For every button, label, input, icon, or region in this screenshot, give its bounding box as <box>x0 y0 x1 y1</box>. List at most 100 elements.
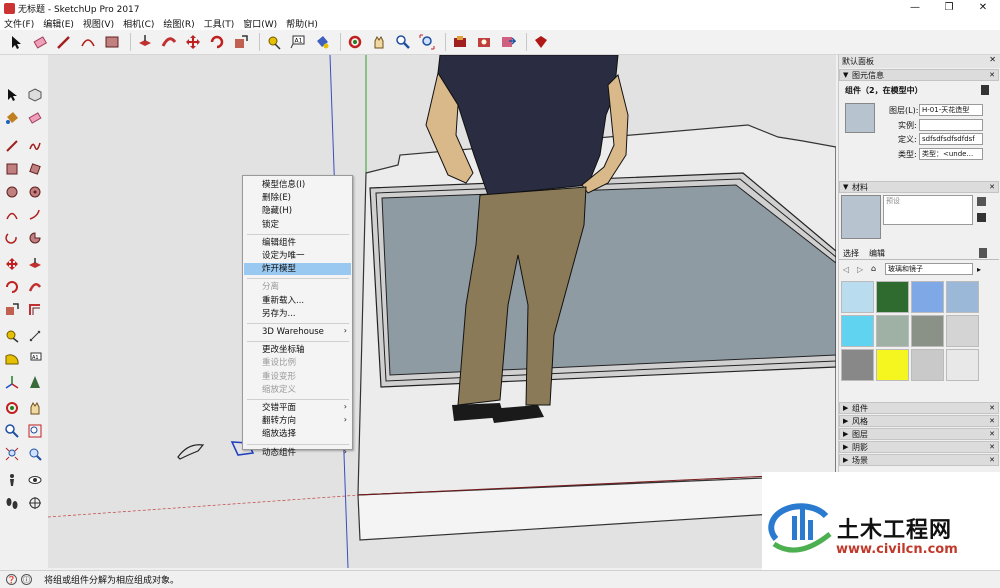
line-tool-icon[interactable] <box>54 32 74 52</box>
menu-help[interactable]: 帮助(H) <box>286 17 318 30</box>
dimension-tool-icon[interactable] <box>25 326 45 346</box>
circle-tool-icon[interactable] <box>2 182 22 202</box>
select-tool-icon[interactable] <box>2 85 22 105</box>
zoom-extents-tool-icon[interactable] <box>2 444 22 464</box>
back-arrow-icon[interactable]: ◁ <box>843 265 849 274</box>
material-swatch[interactable] <box>946 349 979 381</box>
context-menu-item[interactable]: 编辑组件 <box>244 237 351 249</box>
close-button[interactable]: ✕ <box>966 0 1000 16</box>
zoom-extents-tool-icon[interactable] <box>417 32 437 52</box>
pan-tool-icon[interactable] <box>369 32 389 52</box>
create-material-icon[interactable] <box>977 197 986 206</box>
material-swatch[interactable] <box>946 281 979 313</box>
help-icon[interactable]: ❓ <box>6 574 17 585</box>
text-tool-icon[interactable]: A1 <box>25 349 45 369</box>
orbit-tool-icon[interactable] <box>345 32 365 52</box>
eraser-tool-icon[interactable] <box>25 108 45 128</box>
axes-tool-icon[interactable] <box>2 372 22 392</box>
position-camera-tool-icon[interactable] <box>2 470 22 490</box>
modeling-viewport[interactable] <box>48 55 836 568</box>
three-point-arc-tool-icon[interactable] <box>2 228 22 248</box>
instance-field[interactable] <box>919 119 983 131</box>
info-icon[interactable]: ⓘ <box>21 574 32 585</box>
rectangle-tool-icon[interactable] <box>102 32 122 52</box>
panel-header-4[interactable]: ▶ 场景 ✕ <box>839 454 999 466</box>
material-swatch[interactable] <box>841 315 874 347</box>
context-menu-item[interactable]: 重新载入... <box>244 295 351 307</box>
panel-header-1[interactable]: ▶ 风格 ✕ <box>839 415 999 427</box>
polygon-tool-icon[interactable] <box>25 182 45 202</box>
zoom-tool-icon[interactable] <box>393 32 413 52</box>
menu-file[interactable]: 文件(F) <box>4 17 34 30</box>
orbit-tool-icon[interactable] <box>2 398 22 418</box>
material-library-select[interactable]: 玻璃和镜子 <box>885 263 973 275</box>
zoom-tool-icon[interactable] <box>2 421 22 441</box>
details-arrow-icon[interactable]: ▸ <box>977 265 981 274</box>
context-menu-item[interactable]: 删除(E) <box>244 192 351 204</box>
tray-close-icon[interactable]: ✕ <box>989 55 996 64</box>
forward-arrow-icon[interactable]: ▷ <box>857 265 863 274</box>
context-menu-item[interactable]: 模型信息(I) <box>244 179 351 191</box>
context-menu-item[interactable]: 3D Warehouse <box>244 326 351 338</box>
tape-measure-tool-icon[interactable] <box>2 326 22 346</box>
material-swatch[interactable] <box>876 349 909 381</box>
layer-select[interactable]: H-01-天花造型 <box>919 104 983 116</box>
home-icon[interactable]: ⌂ <box>871 264 876 273</box>
menu-window[interactable]: 窗口(W) <box>243 17 277 30</box>
context-menu-item[interactable]: 更改坐标轴 <box>244 344 351 356</box>
definition-field[interactable]: sdfsdfsdfsdfdsf <box>919 133 983 145</box>
arc-tool-icon[interactable] <box>78 32 98 52</box>
look-around-tool-icon[interactable] <box>25 470 45 490</box>
arc-tool-icon[interactable] <box>2 205 22 225</box>
tab-edit[interactable]: 编辑 <box>869 248 885 259</box>
rotate-tool-icon[interactable] <box>207 32 227 52</box>
material-swatch[interactable] <box>876 315 909 347</box>
context-menu-item[interactable]: 隐藏(H) <box>244 205 351 217</box>
menu-view[interactable]: 视图(V) <box>83 17 114 30</box>
eyedropper-icon[interactable] <box>979 248 987 258</box>
follow-me-tool-icon[interactable] <box>159 32 179 52</box>
rotated-rectangle-tool-icon[interactable] <box>25 159 45 179</box>
material-swatch[interactable] <box>841 349 874 381</box>
panel-header-3[interactable]: ▶ 阴影 ✕ <box>839 441 999 453</box>
material-swatch[interactable] <box>911 315 944 347</box>
3d-text-tool-icon[interactable] <box>25 372 45 392</box>
paint-bucket-tool-icon[interactable] <box>2 108 22 128</box>
push-pull-tool-icon[interactable] <box>25 254 45 274</box>
panel-header-0[interactable]: ▶ 组件 ✕ <box>839 402 999 414</box>
protractor-tool-icon[interactable] <box>2 349 22 369</box>
context-menu-item[interactable]: 缩放选择 <box>244 428 351 440</box>
paint-bucket-tool-icon[interactable] <box>312 32 332 52</box>
section-plane-tool-icon[interactable] <box>25 493 45 513</box>
follow-me-tool-icon[interactable] <box>25 277 45 297</box>
menu-camera[interactable]: 相机(C) <box>123 17 154 30</box>
menu-draw[interactable]: 绘图(R) <box>163 17 194 30</box>
materials-header[interactable]: ▼ 材料 ✕ <box>839 181 999 193</box>
menu-tools[interactable]: 工具(T) <box>204 17 235 30</box>
line-tool-icon[interactable] <box>2 136 22 156</box>
pie-tool-icon[interactable] <box>25 228 45 248</box>
move-tool-icon[interactable] <box>183 32 203 52</box>
panel-header-2[interactable]: ▶ 图层 ✕ <box>839 428 999 440</box>
context-menu-item[interactable]: 炸开模型 <box>244 263 351 276</box>
eraser-tool-icon[interactable] <box>30 32 50 52</box>
type-select[interactable]: 类型：<unde... <box>919 148 983 160</box>
material-swatch[interactable] <box>841 281 874 313</box>
context-menu-item[interactable]: 翻转方向 <box>244 415 351 427</box>
walk-tool-icon[interactable] <box>2 493 22 513</box>
material-swatch[interactable] <box>911 349 944 381</box>
ruby-console-icon[interactable] <box>531 32 551 52</box>
context-menu-item[interactable]: 锁定 <box>244 219 351 231</box>
material-swatch[interactable] <box>876 281 909 313</box>
scale-tool-icon[interactable] <box>2 300 22 320</box>
rotate-tool-icon[interactable] <box>2 277 22 297</box>
context-menu-item[interactable]: 另存为... <box>244 308 351 320</box>
menu-edit[interactable]: 编辑(E) <box>43 17 74 30</box>
scale-tool-icon[interactable] <box>231 32 251 52</box>
pan-tool-icon[interactable] <box>25 398 45 418</box>
freehand-tool-icon[interactable] <box>25 136 45 156</box>
material-swatch[interactable] <box>946 315 979 347</box>
push-pull-tool-icon[interactable] <box>135 32 155 52</box>
extension-warehouse-icon[interactable] <box>474 32 494 52</box>
context-menu-item[interactable]: 交错平面 <box>244 402 351 414</box>
